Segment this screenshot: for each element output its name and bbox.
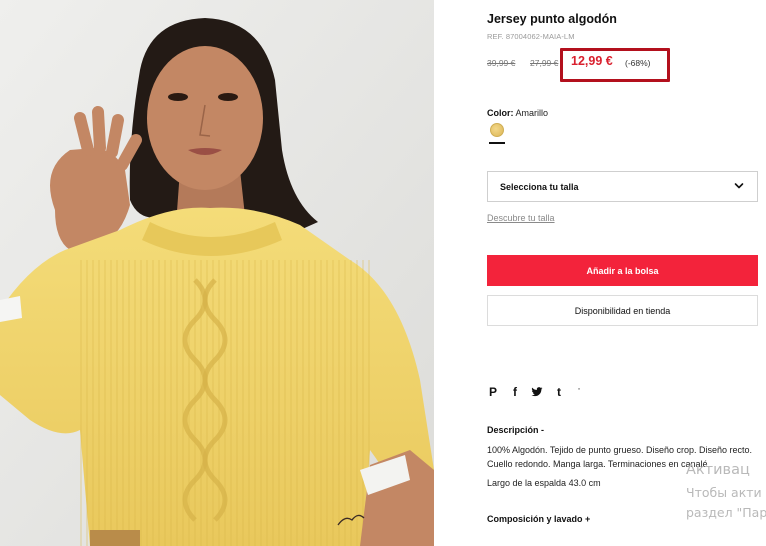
color-value: Amarillo: [515, 108, 549, 118]
product-photo-illustration: [0, 0, 434, 546]
add-to-bag-button[interactable]: Añadir a la bolsa: [487, 255, 758, 286]
pinterest-icon[interactable]: P: [487, 385, 499, 399]
discount-badge: (-68%): [625, 58, 651, 68]
more-icon[interactable]: ': [573, 385, 585, 399]
chevron-down-icon: [734, 183, 744, 189]
composition-heading[interactable]: Composición y lavado +: [487, 514, 590, 524]
size-select[interactable]: Selecciona tu talla: [487, 171, 758, 202]
facebook-icon[interactable]: f: [509, 385, 521, 399]
color-label: Color:: [487, 108, 514, 118]
previous-price: 27,99 €: [530, 58, 559, 68]
description-heading[interactable]: Descripción -: [487, 425, 544, 435]
watermark-line-1: Активац: [686, 462, 750, 478]
size-select-label: Selecciona tu talla: [500, 182, 579, 192]
product-reference: REF. 87004062-MAIA-LM: [487, 32, 575, 41]
description-length: Largo de la espalda 43.0 cm: [487, 478, 601, 488]
size-guide-link[interactable]: Descubre tu talla: [487, 213, 555, 223]
watermark-line-3: раздел "Пар: [686, 505, 766, 520]
selected-swatch-indicator: [489, 142, 505, 144]
twitter-icon[interactable]: [531, 385, 543, 399]
store-availability-button[interactable]: Disponibilidad en tienda: [487, 295, 758, 326]
sale-price: 12,99 €: [571, 54, 613, 68]
product-image[interactable]: [0, 0, 434, 546]
watermark-line-2: Чтобы акти: [686, 485, 762, 500]
product-title: Jersey punto algodón: [487, 12, 617, 26]
tumblr-icon[interactable]: t: [553, 385, 565, 399]
color-label-row: Color: Amarillo: [487, 108, 548, 118]
original-price: 39,99 €: [487, 58, 516, 68]
color-swatch-amarillo[interactable]: [490, 123, 504, 137]
